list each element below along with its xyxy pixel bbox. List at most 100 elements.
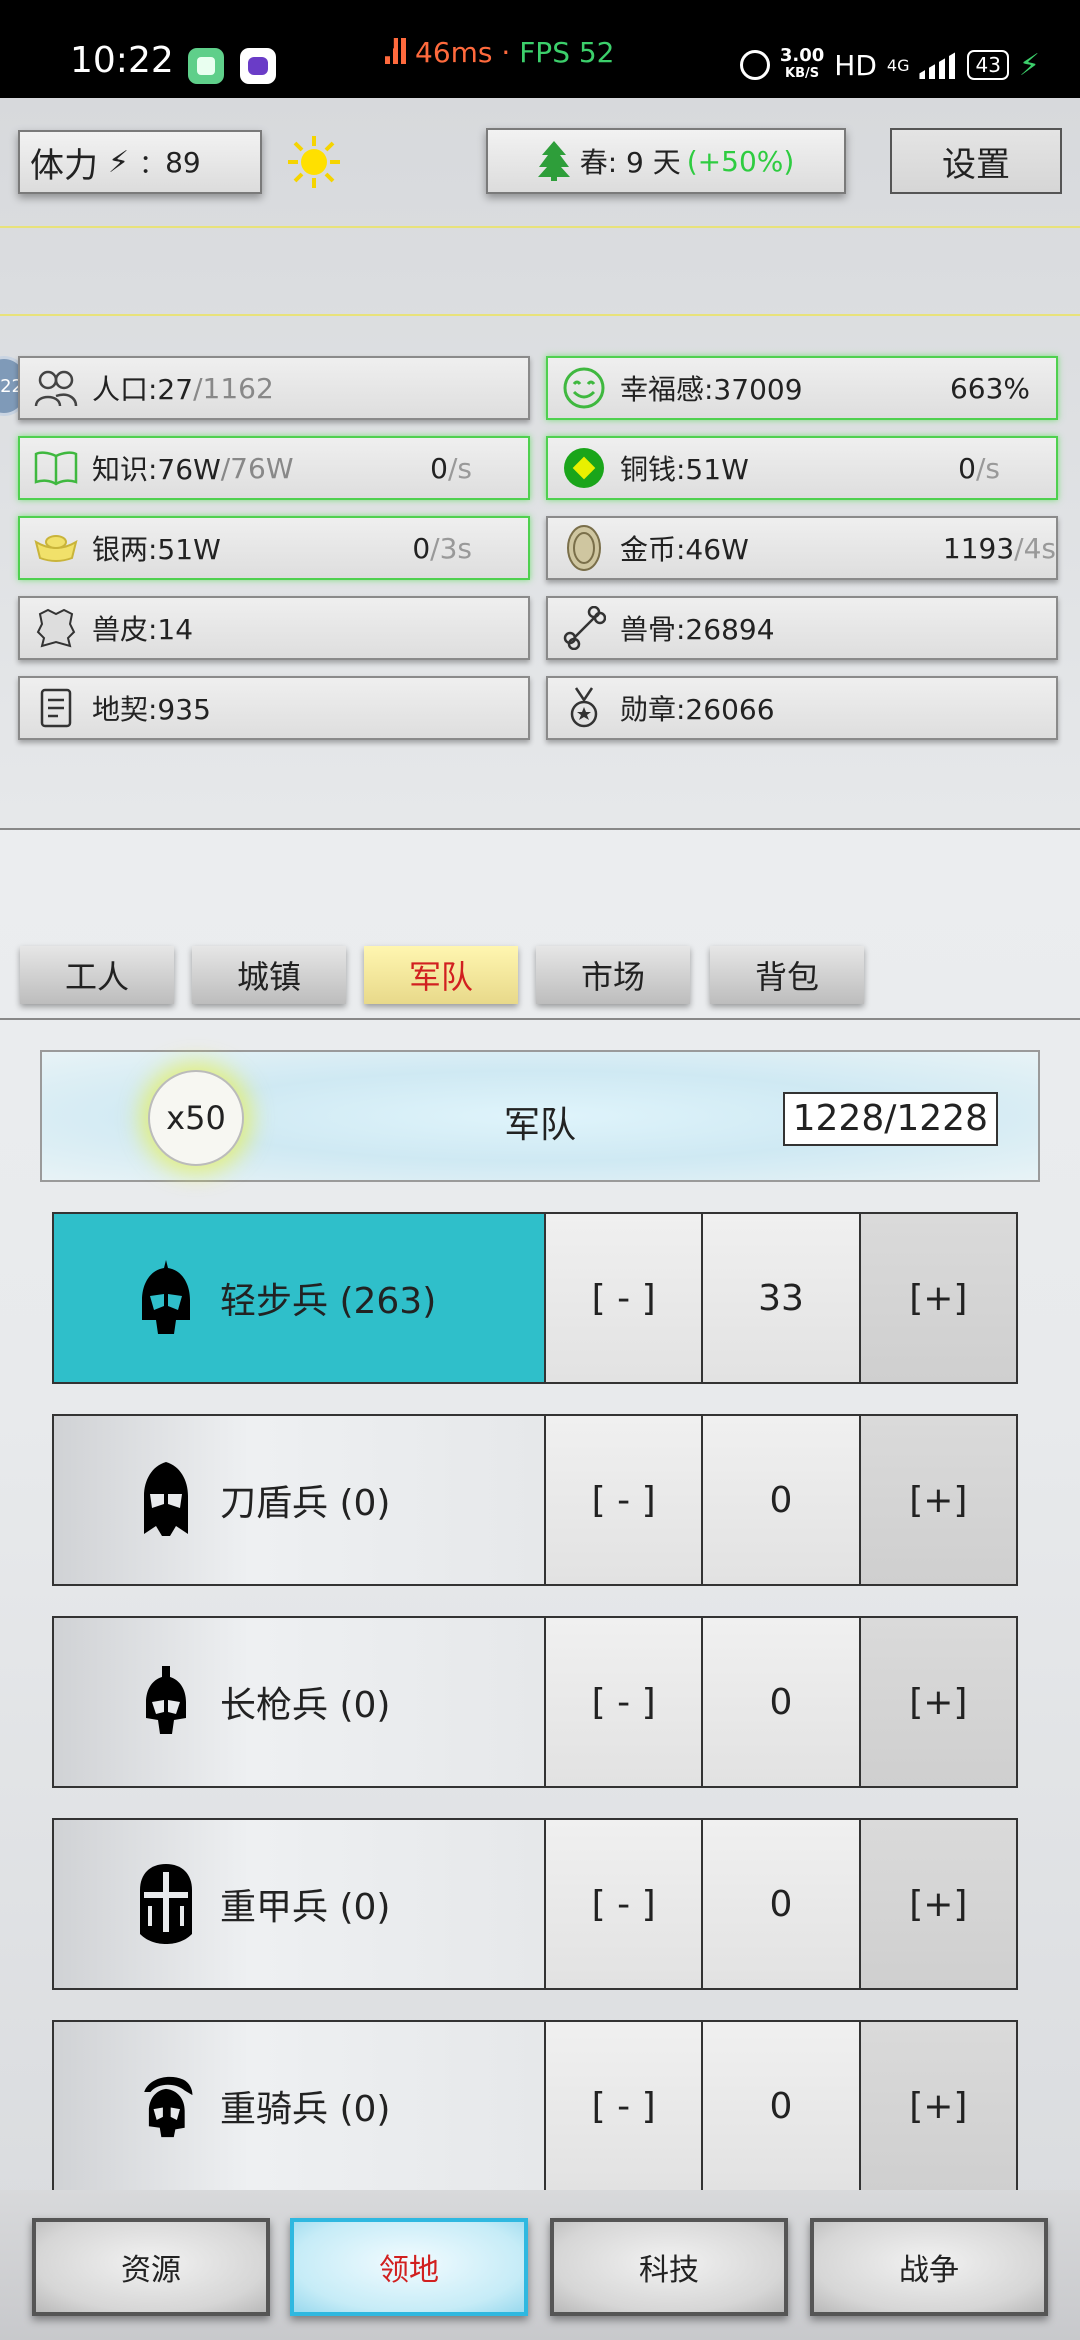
ping-text: 46ms	[415, 36, 493, 69]
population-label: 人口:27	[92, 373, 194, 406]
knowledge-rate-unit: /s	[447, 451, 472, 485]
resource-silver: 银两:51W 0/3s	[18, 516, 530, 580]
increase-button[interactable]: [+]	[860, 2022, 1016, 2190]
helmet-icon	[138, 1258, 194, 1338]
copper-rate-value: 0	[958, 451, 976, 485]
pelt-label: 兽皮:14	[92, 613, 194, 646]
silver-rate-value: 0	[412, 531, 431, 565]
unit-name-label: 轻步兵 (263)	[220, 1281, 437, 1322]
happiness-percent: 663%	[949, 371, 1030, 405]
gold-rate-value: 1193	[942, 531, 1015, 565]
increase-button[interactable]: [+]	[860, 1214, 1016, 1382]
increase-button[interactable]: [+]	[860, 1820, 1016, 1988]
tab-town[interactable]: 城镇	[192, 946, 346, 1004]
stamina-value: 89	[165, 145, 201, 179]
resource-happiness: 幸福感:37009 663%	[546, 356, 1058, 420]
unit-name-label: 长枪兵 (0)	[220, 1685, 391, 1726]
silver-ingot-icon	[34, 526, 78, 570]
gold-label: 金币:46W	[620, 533, 749, 566]
unit-name-cell[interactable]: 长枪兵 (0)	[54, 1618, 546, 1786]
knowledge-rate-value: 0	[430, 451, 448, 485]
alarm-icon	[739, 50, 770, 80]
net-speed: 3.00 KB/S	[780, 47, 824, 83]
knowledge-label: 知识:76W	[92, 453, 221, 486]
gold-coin-icon	[562, 525, 606, 571]
silver-rate-unit: /3s	[430, 531, 472, 565]
resource-pelt: 兽皮:14	[18, 596, 530, 660]
tab-workers[interactable]: 工人	[20, 946, 174, 1004]
hd-label: HD	[834, 48, 877, 82]
happiness-label: 幸福感:37009	[620, 373, 803, 406]
unit-row-heavy-cavalry: 重骑兵 (0) [ - ] 0 [+]	[52, 2020, 1018, 2192]
cell-signal-icon	[919, 51, 958, 79]
decrease-button[interactable]: [ - ]	[546, 1416, 704, 1584]
decrease-button[interactable]: [ - ]	[546, 1618, 704, 1786]
pelt-icon	[34, 606, 78, 650]
helmet-icon	[138, 2066, 194, 2146]
resource-medal: 勋章:26066	[546, 676, 1058, 740]
decrease-button[interactable]: [ - ]	[546, 1214, 704, 1382]
resource-population: 人口:27/1162	[18, 356, 530, 420]
deed-scroll-icon	[34, 686, 78, 730]
nav-resources[interactable]: 资源	[32, 2218, 270, 2316]
army-header: x50 军队 1228/1228	[40, 1050, 1040, 1182]
battery-icon: 43	[967, 50, 1009, 80]
unit-name-label: 刀盾兵 (0)	[220, 1483, 391, 1524]
deed-label: 地契:935	[92, 693, 211, 726]
tab-army[interactable]: 军队	[364, 946, 518, 1004]
system-icons: 3.00 KB/S HD 4G 43 ⚡	[739, 40, 1040, 90]
copper-rate-unit: /s	[975, 451, 1000, 485]
unit-count: 0	[703, 2022, 861, 2190]
unit-name-label: 重甲兵 (0)	[220, 1887, 391, 1928]
stamina-separator: ：	[139, 149, 166, 180]
unit-name-label: 重骑兵 (0)	[220, 2089, 391, 2130]
medal-label: 勋章:26066	[620, 693, 775, 726]
unit-name-cell[interactable]: 刀盾兵 (0)	[54, 1416, 546, 1584]
increase-button[interactable]: [+]	[860, 1618, 1016, 1786]
resource-bone: 兽骨:26894	[546, 596, 1058, 660]
knowledge-rate: 0/s	[430, 452, 472, 485]
unit-count: 33	[703, 1214, 861, 1382]
silver-label: 银两:51W	[92, 533, 221, 566]
army-capacity: 1228/1228	[782, 1092, 998, 1146]
helmet-icon	[138, 1864, 194, 1944]
divider	[0, 226, 1080, 228]
charging-icon: ⚡	[1018, 47, 1040, 83]
season-label: 春: 9 天	[579, 146, 681, 179]
stamina-box: 体力 ⚡ ： 89	[18, 130, 262, 194]
gold-rate: 1193/4s	[943, 532, 1056, 565]
unit-name-cell[interactable]: 轻步兵 (263)	[54, 1214, 546, 1382]
unit-name-cell[interactable]: 重甲兵 (0)	[54, 1820, 546, 1988]
gold-rate-unit: /4s	[1014, 531, 1056, 565]
unit-row-spearman: 长枪兵 (0) [ - ] 0 [+]	[52, 1616, 1018, 1788]
population-max: /1162	[193, 371, 274, 405]
separator-text: ·	[492, 36, 520, 69]
nav-war[interactable]: 战争	[810, 2218, 1048, 2316]
copper-coin-icon	[562, 446, 606, 490]
copper-label: 铜钱:51W	[620, 453, 749, 486]
season-bonus: (+50%)	[686, 144, 795, 178]
sun-icon	[286, 134, 342, 190]
unit-name-cell[interactable]: 重骑兵 (0)	[54, 2022, 546, 2190]
decrease-button[interactable]: [ - ]	[546, 1820, 704, 1988]
network-type: 4G	[886, 55, 910, 75]
app-notification-icon-2	[240, 48, 276, 84]
nav-technology[interactable]: 科技	[550, 2218, 788, 2316]
unit-row-sword-shield: 刀盾兵 (0) [ - ] 0 [+]	[52, 1414, 1018, 1586]
tab-backpack[interactable]: 背包	[710, 946, 864, 1004]
bone-label: 兽骨:26894	[620, 613, 775, 646]
decrease-button[interactable]: [ - ]	[546, 2022, 704, 2190]
increase-button[interactable]: [+]	[860, 1416, 1016, 1584]
nav-territory[interactable]: 领地	[290, 2218, 528, 2316]
resource-knowledge: 知识:76W/76W 0/s	[18, 436, 530, 500]
network-stats: 46ms · FPS 52	[385, 36, 615, 69]
book-icon	[34, 446, 78, 490]
population-icon	[34, 366, 78, 410]
tree-icon	[537, 141, 570, 181]
settings-button[interactable]: 设置	[890, 128, 1062, 194]
signal-bars-icon	[385, 38, 407, 64]
unit-count: 0	[703, 1618, 861, 1786]
lightning-icon: ⚡	[108, 144, 130, 180]
tab-market[interactable]: 市场	[536, 946, 690, 1004]
unit-row-heavy-armor: 重甲兵 (0) [ - ] 0 [+]	[52, 1818, 1018, 1990]
